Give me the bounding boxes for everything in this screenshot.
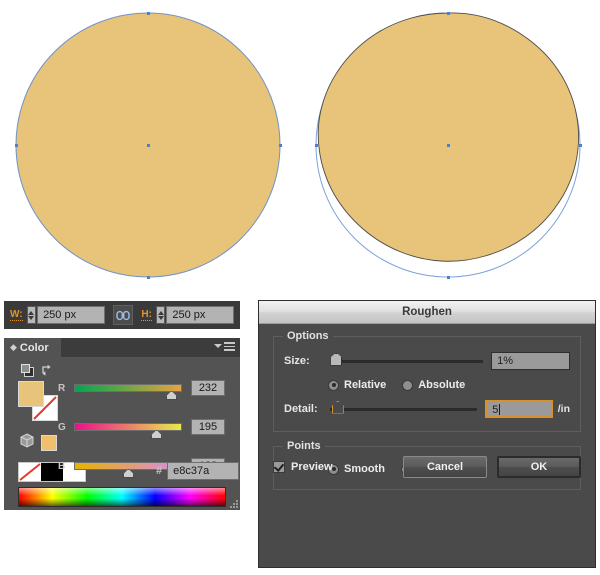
cancel-button[interactable]: Cancel bbox=[403, 456, 487, 478]
detail-slider-knob[interactable] bbox=[332, 401, 344, 414]
size-input[interactable]: 1% bbox=[491, 352, 570, 370]
detail-unit-label: /in bbox=[558, 403, 570, 415]
none-swatch[interactable] bbox=[19, 463, 41, 481]
detail-label: Detail: bbox=[284, 403, 322, 415]
anchor-point-top[interactable] bbox=[147, 12, 150, 15]
radio-absolute-label: Absolute bbox=[418, 379, 465, 391]
roughened-circle-svg[interactable] bbox=[300, 0, 600, 290]
transform-toolbar: W: 250 px H: 250 px bbox=[4, 301, 240, 329]
text-caret bbox=[499, 404, 500, 415]
slider-label-b: B bbox=[58, 461, 74, 472]
dialog-footer: Preview Cancel OK bbox=[273, 456, 581, 478]
anchor-point-bottom[interactable] bbox=[447, 276, 450, 279]
fill-stroke-shortcut-icons bbox=[21, 364, 54, 377]
roughened-shape-path[interactable] bbox=[318, 13, 578, 261]
slider-knob-r[interactable] bbox=[166, 391, 177, 400]
hex-row: # e8c37a bbox=[156, 462, 239, 480]
preview-checkbox[interactable]: Preview bbox=[273, 461, 333, 473]
color-spectrum-ramp[interactable] bbox=[18, 487, 226, 507]
original-circle-svg[interactable] bbox=[0, 0, 300, 290]
slider-label-g: G bbox=[58, 422, 74, 433]
slider-track-r[interactable] bbox=[74, 384, 182, 392]
color-group-row bbox=[20, 433, 57, 453]
size-label: Size: bbox=[284, 355, 322, 367]
slider-label-r: R bbox=[58, 383, 74, 394]
anchor-point-left[interactable] bbox=[315, 144, 318, 147]
size-slider-knob[interactable] bbox=[330, 353, 342, 366]
width-input[interactable]: 250 px bbox=[37, 306, 105, 324]
none-slash-icon bbox=[19, 463, 41, 481]
roughened-circle-group[interactable] bbox=[300, 0, 600, 290]
radio-relative[interactable]: Relative bbox=[328, 379, 386, 391]
dialog-title: Roughen bbox=[402, 306, 452, 318]
stepper-up-icon bbox=[28, 311, 34, 315]
options-group-label: Options bbox=[283, 330, 333, 342]
panel-resize-grip[interactable] bbox=[230, 500, 238, 508]
anchor-point-left[interactable] bbox=[15, 144, 18, 147]
radio-relative-indicator[interactable] bbox=[328, 380, 339, 391]
slider-row-g: G 195 bbox=[58, 419, 225, 435]
preview-label: Preview bbox=[291, 461, 333, 473]
panel-menu-icon[interactable] bbox=[214, 342, 235, 351]
default-fill-stroke-icon[interactable] bbox=[21, 364, 34, 377]
options-group: Options Size: 1% Relative Absolute bbox=[273, 336, 581, 432]
anchor-point-right[interactable] bbox=[279, 144, 282, 147]
slider-track-g[interactable] bbox=[74, 423, 182, 431]
points-group-label: Points bbox=[283, 440, 325, 452]
dialog-buttons: Cancel OK bbox=[403, 456, 581, 478]
detail-input-value: 5 bbox=[492, 404, 498, 416]
size-row: Size: 1% bbox=[284, 351, 570, 371]
artboard-canvas[interactable] bbox=[0, 0, 600, 290]
detail-row: Detail: 5 /in bbox=[284, 399, 570, 419]
active-color-swatch[interactable] bbox=[41, 435, 57, 451]
roughen-dialog: Roughen Options Size: 1% Relative Absol bbox=[258, 300, 596, 568]
slider-row-r: R 232 bbox=[58, 380, 225, 396]
center-point bbox=[447, 144, 450, 147]
size-slider-track[interactable] bbox=[330, 360, 483, 363]
ok-button[interactable]: OK bbox=[497, 456, 581, 478]
hex-input[interactable]: e8c37a bbox=[167, 462, 239, 480]
anchor-point-top[interactable] bbox=[447, 12, 450, 15]
height-label[interactable]: H: bbox=[141, 310, 152, 321]
height-stepper[interactable] bbox=[156, 306, 165, 324]
size-mode-radio-group: Relative Absolute bbox=[284, 379, 570, 391]
stepper-down-icon bbox=[158, 316, 164, 320]
radio-absolute-indicator[interactable] bbox=[402, 380, 413, 391]
slider-value-g[interactable]: 195 bbox=[191, 419, 225, 435]
tab-color[interactable]: ◆ Color bbox=[4, 338, 61, 357]
dialog-titlebar[interactable]: Roughen bbox=[259, 301, 595, 324]
preview-checkbox-indicator[interactable] bbox=[273, 461, 285, 473]
slider-knob-b[interactable] bbox=[123, 469, 134, 478]
color-guide-cube-icon[interactable] bbox=[20, 433, 34, 453]
stepper-up-icon bbox=[158, 311, 164, 315]
swap-fill-stroke-icon[interactable] bbox=[41, 364, 54, 377]
height-input[interactable]: 250 px bbox=[166, 306, 234, 324]
width-label[interactable]: W: bbox=[10, 310, 23, 321]
detail-input[interactable]: 5 bbox=[485, 400, 552, 418]
color-tab-label: Color bbox=[20, 342, 49, 354]
slider-knob-g[interactable] bbox=[151, 430, 162, 439]
collapse-expand-icon[interactable]: ◆ bbox=[10, 343, 17, 352]
radio-absolute[interactable]: Absolute bbox=[402, 379, 465, 391]
panel-menu-lines-icon bbox=[224, 342, 235, 351]
center-point bbox=[147, 144, 150, 147]
dialog-body: Options Size: 1% Relative Absolute bbox=[259, 324, 595, 490]
panel-menu-triangle-icon bbox=[214, 344, 222, 348]
anchor-point-bottom[interactable] bbox=[147, 276, 150, 279]
fill-stroke-swatches bbox=[18, 381, 58, 421]
hash-icon: # bbox=[156, 465, 162, 477]
color-panel-body: R 232 G 195 B 122 # e8c37a bbox=[4, 357, 240, 510]
link-dimensions-button[interactable] bbox=[113, 305, 134, 325]
color-panel-tabbar: ◆ Color bbox=[4, 338, 240, 357]
stepper-down-icon bbox=[28, 316, 34, 320]
link-icon bbox=[116, 310, 130, 321]
anchor-point-right[interactable] bbox=[579, 144, 582, 147]
slider-value-r[interactable]: 232 bbox=[191, 380, 225, 396]
original-circle-group[interactable] bbox=[0, 0, 300, 290]
color-panel: ◆ Color bbox=[4, 338, 240, 510]
fill-swatch[interactable] bbox=[18, 381, 44, 407]
width-stepper[interactable] bbox=[27, 306, 36, 324]
radio-relative-label: Relative bbox=[344, 379, 386, 391]
detail-slider-track[interactable] bbox=[330, 408, 478, 411]
